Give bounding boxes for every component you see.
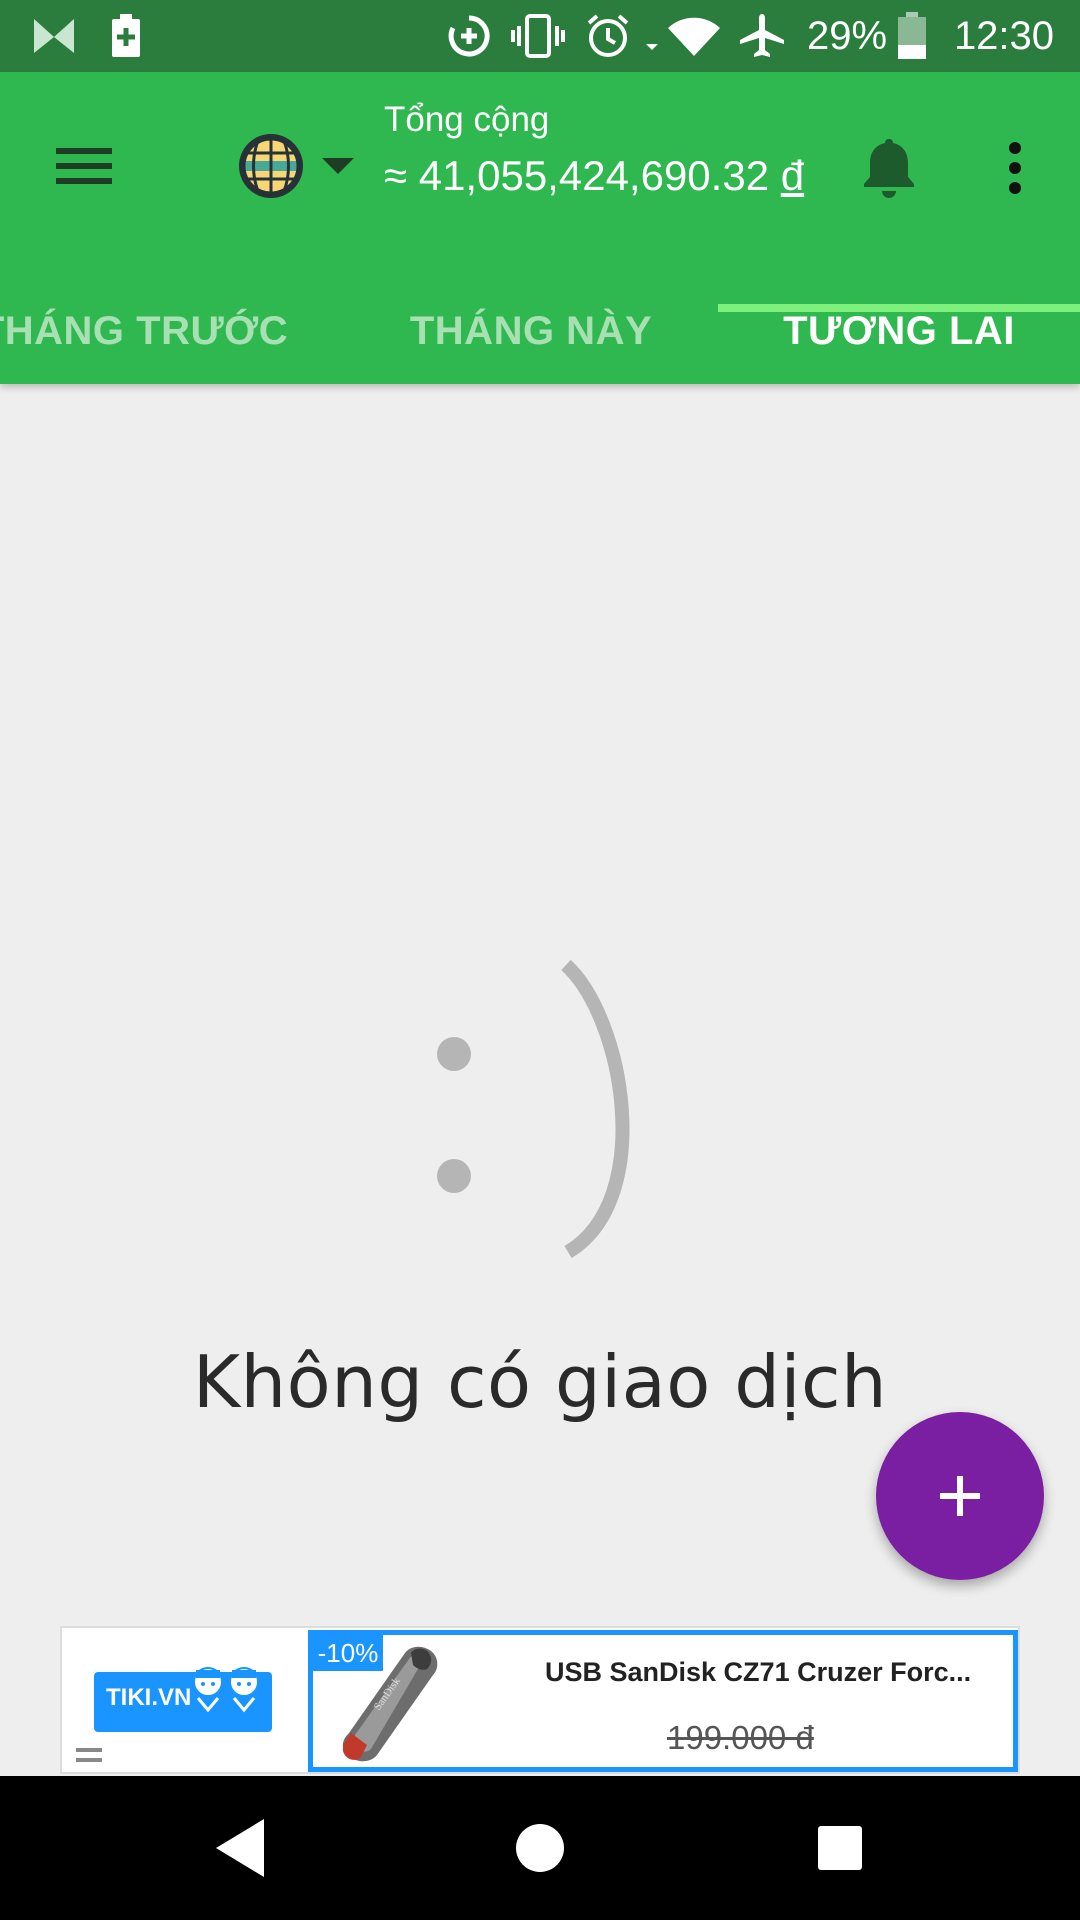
ad-old-price: 199.000 đ <box>667 1719 814 1756</box>
home-circle-icon <box>516 1824 564 1872</box>
tab-this-month[interactable]: THÁNG NÀY <box>356 278 706 384</box>
bell-icon <box>864 139 914 198</box>
notifications-button[interactable] <box>848 120 930 216</box>
wallet-selector[interactable] <box>236 116 366 216</box>
airplane-mode-icon <box>736 0 788 72</box>
tab-future[interactable]: TƯƠNG LAI <box>718 278 1080 384</box>
ad-product-title: USB SanDisk CZ71 Cruzer Forc... <box>545 1657 972 1687</box>
data-saver-icon <box>444 0 494 72</box>
battery-saver-icon <box>104 0 148 72</box>
ad-choices-icon[interactable] <box>76 1738 102 1772</box>
period-tabs: THÁNG TRƯỚC THÁNG NÀY TƯƠNG LAI <box>0 278 1080 384</box>
empty-state-message: Không có giao dịch <box>192 1340 888 1424</box>
ad-banner[interactable]: TIKI.VN SanDisk -10% USB SanDisk CZ71 Cr… <box>60 1626 1020 1774</box>
currency-symbol: đ <box>780 152 805 199</box>
back-button[interactable] <box>190 1798 290 1898</box>
tiki-mascot-icon <box>193 1667 259 1713</box>
tab-indicator <box>718 304 1080 312</box>
menu-button[interactable] <box>40 122 128 210</box>
globe-wallet-icon <box>239 134 303 198</box>
navigation-bar <box>0 1776 1080 1920</box>
app-notification-icon <box>24 0 84 72</box>
discount-badge: -10% <box>313 1635 383 1671</box>
more-vert-icon <box>1009 142 1021 194</box>
recents-square-icon <box>818 1826 862 1870</box>
ad-product-card[interactable]: SanDisk -10% USB SanDisk CZ71 Cruzer For… <box>308 1630 1018 1772</box>
recents-button[interactable] <box>790 1798 890 1898</box>
battery-icon <box>894 0 930 72</box>
app-bar: Tổng cộng ≈ 41,055,424,690.32 đ THÁNG TR… <box>0 72 1080 384</box>
home-button[interactable] <box>490 1798 590 1898</box>
total-label: Tổng cộng <box>384 100 550 139</box>
vibrate-icon <box>508 0 568 72</box>
total-balance: Tổng cộng ≈ 41,055,424,690.32 đ <box>384 100 824 230</box>
alarm-icon <box>582 0 634 72</box>
plus-icon <box>940 1476 980 1516</box>
wifi-icon <box>644 0 724 72</box>
battery-percent: 29% <box>806 13 888 58</box>
add-transaction-button[interactable] <box>876 1412 1044 1580</box>
dropdown-arrow-icon <box>322 158 354 174</box>
tiki-logo-text: TIKI.VN <box>106 1684 192 1711</box>
smiley-empty-icon <box>437 959 630 1259</box>
screen: 29% 12:30 Tổng cộng ≈ 41,055,424,690.32 … <box>0 0 1080 1920</box>
total-amount: ≈ 41,055,424,690.32 đ <box>384 152 804 200</box>
status-bar: 29% 12:30 <box>0 0 1080 72</box>
clock: 12:30 <box>953 13 1055 58</box>
back-triangle-icon <box>216 1819 264 1877</box>
total-amount-value: ≈ 41,055,424,690.32 <box>384 152 770 199</box>
more-options-button[interactable] <box>982 120 1048 216</box>
tiki-logo: TIKI.VN <box>94 1667 272 1732</box>
tab-last-month[interactable]: THÁNG TRƯỚC <box>0 278 304 384</box>
hamburger-menu-icon <box>56 148 112 184</box>
